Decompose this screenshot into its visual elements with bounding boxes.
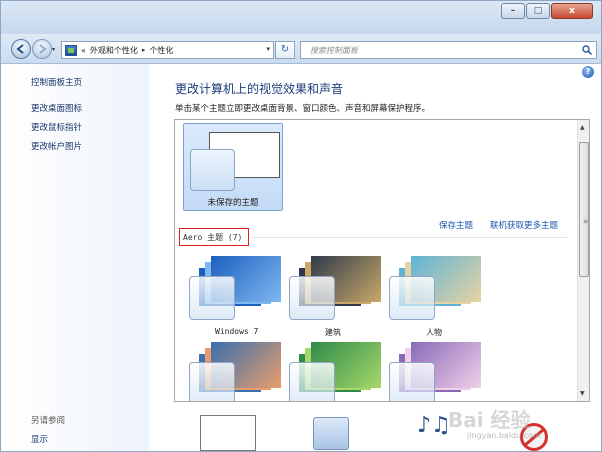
theme-tile-characters[interactable]	[385, 256, 481, 324]
theme-tile-architecture[interactable]	[285, 256, 381, 324]
sounds-icon[interactable]: ♪♫	[417, 413, 451, 438]
save-theme-link[interactable]: 保存主题	[439, 219, 473, 231]
address-bar[interactable]: « 外观和个性化 ▸ 个性化 ▾	[61, 41, 274, 59]
theme-glass	[389, 362, 435, 401]
vertical-scrollbar[interactable]: ▲ ≡ ▼	[577, 120, 589, 401]
sidebar-item-mouse-pointers[interactable]: 更改鼠标指针	[31, 121, 82, 133]
sidebar-item-desktop-icons[interactable]: 更改桌面图标	[31, 102, 82, 114]
scroll-grip-icon: ≡	[583, 218, 589, 225]
window-controls: – □ x	[500, 3, 593, 19]
theme-glass	[189, 276, 235, 320]
aero-section-heading: Aero 主题 (7)	[179, 228, 249, 246]
maximize-icon: □	[533, 6, 543, 16]
unsaved-theme-tile[interactable]: 未保存的主题	[183, 123, 283, 211]
theme-glass	[389, 276, 435, 320]
unsaved-theme-glass	[190, 149, 235, 191]
theme-tile-6[interactable]	[385, 342, 481, 401]
back-button[interactable]	[11, 39, 31, 59]
unsaved-theme-label: 未保存的主题	[207, 198, 259, 208]
theme-label-windows-7: Windows 7	[215, 327, 259, 336]
theme-tile-windows-7[interactable]	[185, 256, 281, 324]
sidebar-item-control-panel-home[interactable]: 控制面板主页	[31, 76, 82, 88]
scroll-down-arrow-icon[interactable]: ▼	[580, 390, 585, 397]
section-divider	[251, 237, 567, 238]
maximize-button[interactable]: □	[526, 3, 550, 19]
forward-arrow-icon	[39, 44, 47, 54]
close-icon: x	[569, 6, 575, 16]
minimize-button[interactable]: –	[501, 3, 525, 19]
scroll-up-arrow-icon[interactable]: ▲	[580, 124, 585, 131]
refresh-button[interactable]: ↻	[275, 41, 295, 59]
recent-pages-dropdown[interactable]: ▾	[52, 46, 55, 53]
control-panel-icon	[65, 44, 77, 56]
navigation-bar: ▾ « 外观和个性化 ▸ 个性化 ▾ ↻ 搜索控制面板	[1, 34, 601, 64]
page-subtitle: 单击某个主题立即更改桌面背景、窗口颜色、声音和屏幕保护程序。	[175, 104, 431, 114]
task-pane: 控制面板主页 更改桌面图标 更改鼠标指针 更改帐户图片 另请参阅 显示	[1, 64, 149, 451]
breadcrumb-overflow[interactable]: «	[81, 46, 86, 55]
desktop-background-icon[interactable]	[200, 415, 256, 451]
forward-button[interactable]	[32, 39, 52, 59]
back-arrow-icon	[16, 44, 24, 54]
see-also-display-link[interactable]: 显示	[31, 433, 48, 445]
breadcrumb-appearance[interactable]: 外观和个性化	[90, 45, 138, 56]
theme-glass	[289, 276, 335, 320]
window-color-icon[interactable]	[313, 417, 349, 450]
search-placeholder: 搜索控制面板	[310, 46, 358, 55]
theme-label-characters: 人物	[426, 328, 442, 337]
theme-tile-4[interactable]	[185, 342, 281, 401]
breadcrumb-separator-icon[interactable]: ▸	[142, 46, 146, 54]
see-also-heading: 另请参阅	[31, 416, 66, 426]
sidebar-item-account-picture[interactable]: 更改帐户图片	[31, 140, 82, 152]
search-icon[interactable]	[582, 45, 592, 55]
title-bar: – □ x	[1, 1, 601, 34]
theme-glass	[189, 362, 235, 401]
theme-tile-5[interactable]	[285, 342, 381, 401]
address-dropdown-icon[interactable]: ▾	[266, 45, 270, 53]
help-icon[interactable]: ?	[582, 66, 594, 78]
watermark-brand: Bai 经验	[448, 408, 531, 432]
scrollbar-thumb[interactable]: ≡	[579, 142, 589, 277]
close-button[interactable]: x	[551, 3, 593, 19]
breadcrumb-personalization[interactable]: 个性化	[149, 45, 173, 56]
watermark-url: jingyan.baidu.com	[467, 431, 541, 440]
theme-glass	[289, 362, 335, 401]
search-input[interactable]: 搜索控制面板	[300, 41, 597, 59]
minimize-icon: –	[510, 6, 516, 16]
theme-list[interactable]: 未保存的主题 保存主题 联机获取更多主题 Aero 主题 (7) Windows…	[174, 119, 590, 402]
get-more-themes-link[interactable]: 联机获取更多主题	[490, 219, 558, 231]
theme-label-architecture: 建筑	[325, 328, 341, 337]
personalization-window: – □ x ▾ « 外观和个性化 ▸ 个性化 ▾ ↻ 搜索控制面板 控制面板主页…	[0, 0, 602, 452]
page-title: 更改计算机上的视觉效果和声音	[175, 82, 344, 96]
